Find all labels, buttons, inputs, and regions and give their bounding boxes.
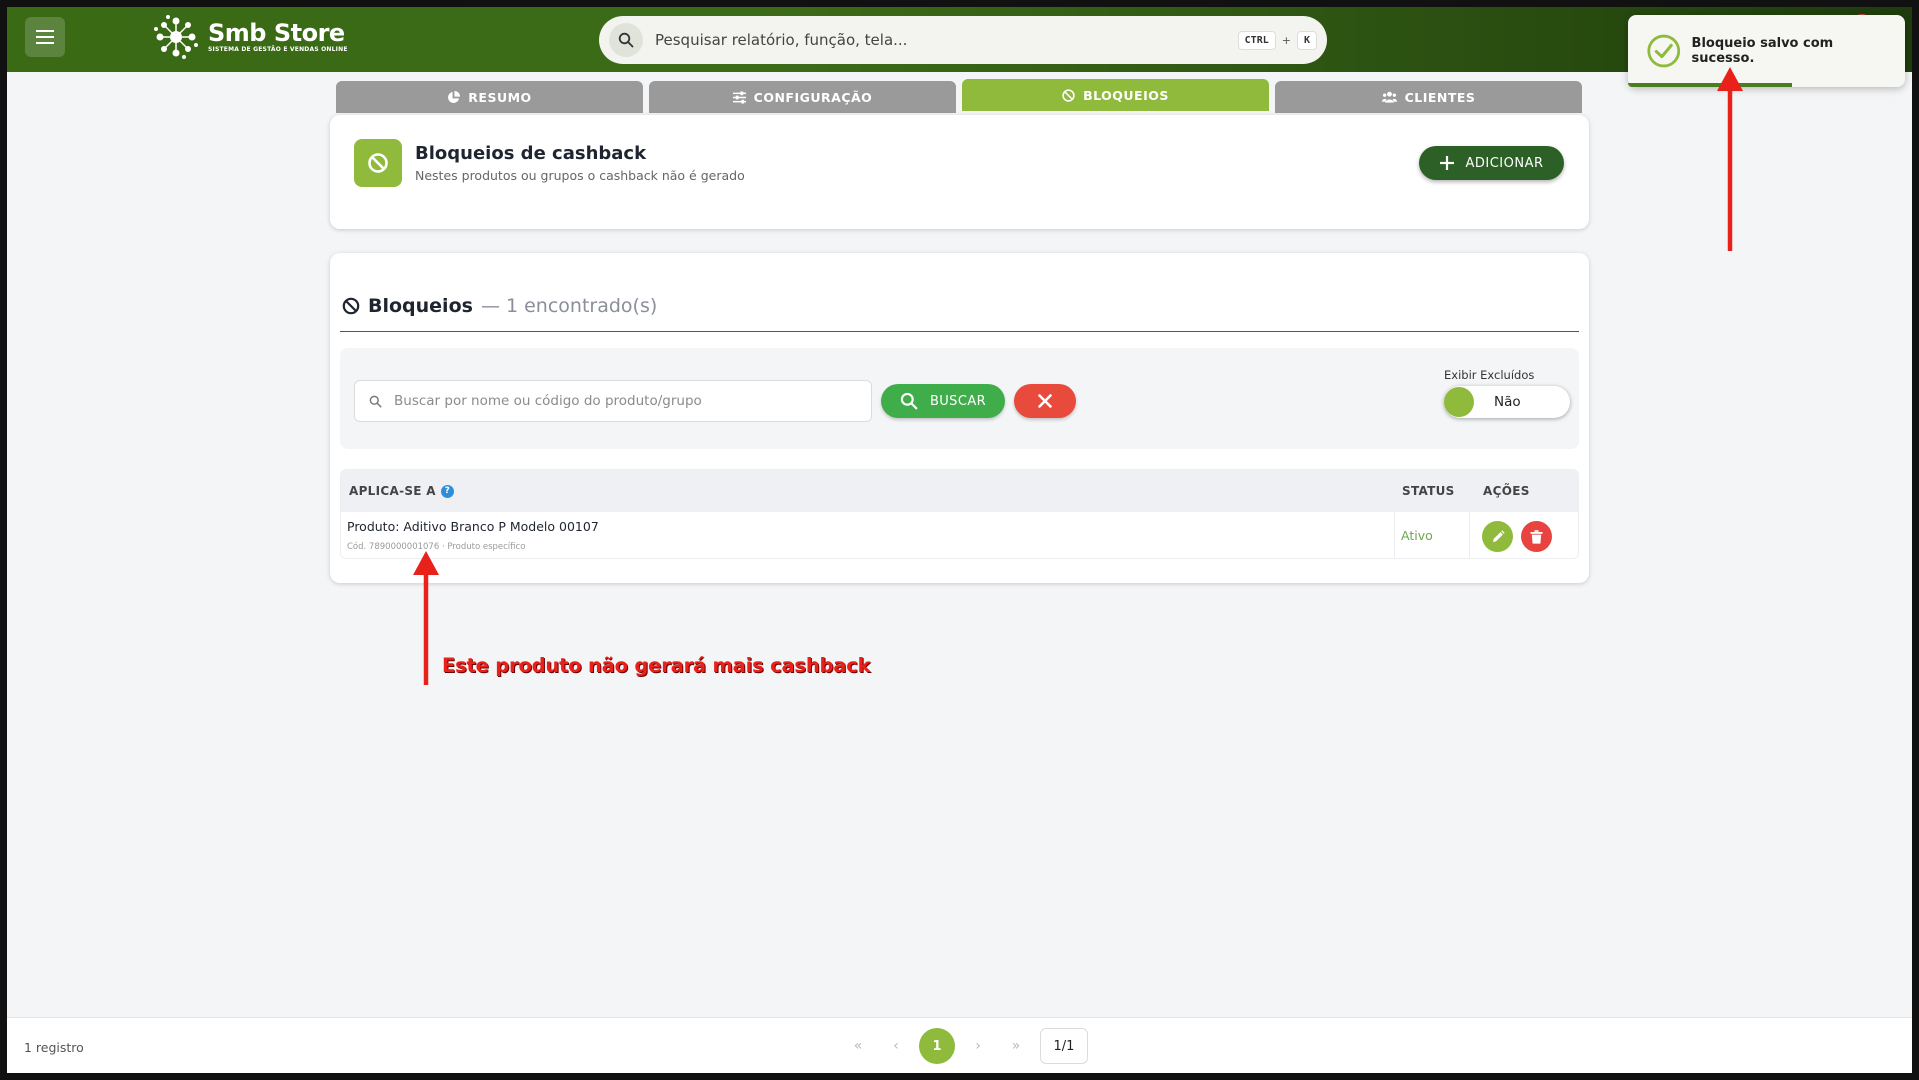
toggle-knob	[1444, 387, 1474, 417]
annotation-arrow-toast	[1717, 67, 1743, 251]
tab-label: BLOQUEIOS	[1083, 87, 1169, 103]
last-page-icon[interactable]: »	[1001, 1028, 1031, 1064]
sliders-icon	[732, 90, 746, 104]
search-icon	[900, 392, 918, 410]
success-toast[interactable]: Bloqueio salvo com sucesso.	[1628, 15, 1905, 87]
show-deleted-toggle[interactable]: Não	[1444, 386, 1570, 418]
show-deleted-label: Exibir Excluídos	[1444, 368, 1535, 382]
check-circle-icon	[1647, 34, 1681, 68]
hamburger-icon	[36, 30, 54, 44]
product-search-placeholder: Buscar por nome ou código do produto/gru…	[394, 393, 702, 409]
footer-pagination: 1 registro « ‹ 1 › » 1/1	[7, 1017, 1912, 1073]
first-page-icon[interactable]: «	[843, 1028, 873, 1064]
logo-molecule-icon	[154, 15, 198, 59]
section-divider	[340, 331, 1579, 332]
row-status: Ativo	[1401, 528, 1433, 543]
table-row: Produto: Aditivo Branco P Modelo 00107 C…	[341, 512, 1578, 558]
app-tagline: SISTEMA DE GESTÃO E VENDAS ONLINE	[208, 46, 348, 53]
section-title: Bloqueios — 1 encontrado(s)	[342, 295, 657, 317]
result-count: — 1 encontrado(s)	[480, 295, 658, 317]
top-bar: Smb Store SISTEMA DE GESTÃO E VENDAS ONL…	[7, 7, 1912, 72]
tab-label: CONFIGURAÇÃO	[753, 89, 873, 105]
column-apply: APLICA-SE A ?	[349, 484, 454, 498]
toast-progress-bar	[1628, 83, 1792, 87]
table-header: APLICA-SE A ? STATUS AÇÕES	[341, 470, 1578, 512]
tab-label: CLIENTES	[1404, 89, 1476, 105]
tab-resumo[interactable]: RESUMO	[336, 81, 643, 113]
edit-button[interactable]	[1482, 521, 1513, 552]
search-button[interactable]: BUSCAR	[881, 384, 1005, 418]
tab-bloqueios[interactable]: BLOQUEIOS	[962, 79, 1269, 111]
trash-icon	[1530, 529, 1543, 544]
pencil-icon	[1492, 529, 1505, 542]
tab-configuracao[interactable]: CONFIGURAÇÃO	[649, 81, 956, 113]
delete-button[interactable]	[1521, 521, 1552, 552]
shortcut-k: K	[1296, 30, 1317, 50]
column-status: STATUS	[1402, 484, 1455, 498]
page-total[interactable]: 1/1	[1040, 1028, 1088, 1064]
add-button[interactable]: ADICIONAR	[1419, 146, 1564, 180]
column-actions: AÇÕES	[1483, 484, 1530, 498]
tab-label: RESUMO	[468, 89, 532, 105]
tab-clientes[interactable]: CLIENTES	[1275, 81, 1582, 113]
app-window: Smb Store SISTEMA DE GESTÃO E VENDAS ONL…	[7, 7, 1912, 1073]
blocks-table: APLICA-SE A ? STATUS AÇÕES Produto: Adit…	[340, 469, 1579, 559]
close-icon	[1038, 394, 1052, 408]
annotation-arrow-product	[413, 551, 439, 685]
shortcut-plus: +	[1281, 33, 1291, 47]
shortcut-ctrl: CTRL	[1237, 30, 1276, 50]
record-count: 1 registro	[24, 1040, 84, 1055]
pager: « ‹ 1 › »	[843, 1028, 1031, 1064]
annotation-text: Este produto não gerará mais cashback	[442, 654, 871, 677]
page-title: Bloqueios de cashback	[415, 143, 647, 164]
search-icon	[369, 395, 382, 408]
page-subtitle: Nestes produtos ou grupos o cashback não…	[415, 168, 745, 183]
column-divider	[1394, 512, 1395, 558]
help-icon[interactable]: ?	[440, 484, 454, 498]
blocks-list-card: Bloqueios — 1 encontrado(s) Buscar por n…	[330, 253, 1589, 583]
page-header-card: Bloqueios de cashback Nestes produtos ou…	[330, 115, 1589, 229]
next-page-icon[interactable]: ›	[963, 1028, 993, 1064]
users-icon	[1381, 91, 1397, 103]
ban-icon	[342, 297, 360, 315]
section-title-text: Bloqueios	[368, 295, 473, 317]
global-search-input[interactable]: Pesquisar relatório, função, tela...	[655, 31, 1238, 49]
column-divider	[1469, 512, 1470, 558]
row-product-name: Produto: Aditivo Branco P Modelo 00107	[347, 519, 599, 534]
filter-panel: Buscar por nome ou código do produto/gru…	[340, 348, 1579, 449]
prev-page-icon[interactable]: ‹	[881, 1028, 911, 1064]
global-search[interactable]: Pesquisar relatório, função, tela... CTR…	[599, 16, 1327, 64]
plus-icon	[1440, 156, 1455, 170]
brand-logo[interactable]: Smb Store SISTEMA DE GESTÃO E VENDAS ONL…	[152, 13, 348, 61]
ban-icon	[354, 139, 402, 187]
app-name: Smb Store	[208, 19, 345, 47]
toggle-value: Não	[1494, 394, 1521, 410]
toast-message: Bloqueio salvo com sucesso.	[1691, 36, 1834, 66]
column-apply-label: APLICA-SE A	[349, 484, 436, 498]
page-current[interactable]: 1	[919, 1028, 955, 1064]
add-button-label: ADICIONAR	[1465, 155, 1544, 171]
search-icon	[609, 23, 643, 57]
pie-chart-icon	[448, 90, 461, 103]
ban-icon	[1062, 88, 1075, 102]
clear-filter-button[interactable]	[1014, 384, 1076, 418]
product-search-input[interactable]: Buscar por nome ou código do produto/gru…	[354, 380, 872, 422]
search-button-label: BUSCAR	[929, 393, 987, 409]
menu-button[interactable]	[25, 17, 65, 57]
tab-bar: RESUMO CONFIGURAÇÃO BLOQUEIOS CLIENTES	[336, 79, 1582, 113]
